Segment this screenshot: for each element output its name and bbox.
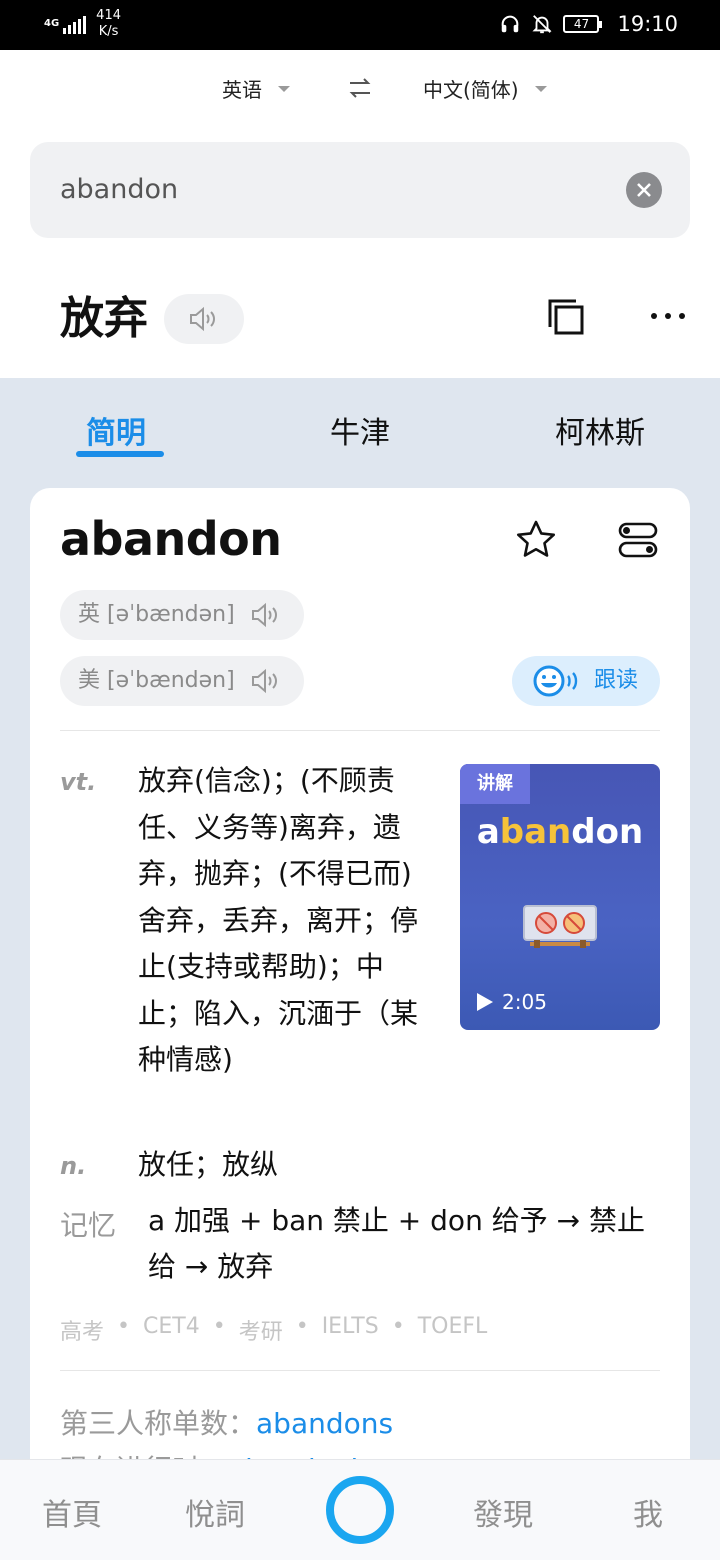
- memory-label: 记忆: [60, 1209, 117, 1242]
- tag-separator: •: [212, 1314, 226, 1339]
- part-of-speech-vt: vt.: [60, 768, 97, 796]
- bottom-navigation: 首頁 悅詞 發現 我: [0, 1460, 720, 1560]
- part-of-speech-n: n.: [60, 1152, 87, 1180]
- dictionary-card: abandon 英 [əˈbændən] 美 [əˈbændən] 跟读 vt.…: [30, 488, 690, 1488]
- headphones-icon: [502, 15, 519, 33]
- network-speed: 414 K/s: [96, 8, 121, 40]
- nav-me[interactable]: 我: [633, 1490, 663, 1534]
- translation-speak-button[interactable]: [164, 294, 244, 344]
- definition-vt: 放弃(信念)；(不顾责任、义务等)离弃，遗弃，抛弃；(不得已而)舍弃，丢弃，离开…: [138, 764, 419, 1076]
- pronunciation-uk-button[interactable]: 英 [əˈbændən]: [60, 590, 304, 640]
- clock: 19:10: [617, 12, 678, 36]
- smiley-speaker-icon: [533, 665, 578, 697]
- tab-oxford[interactable]: 牛津: [330, 408, 390, 452]
- target-language-select[interactable]: 中文(简体): [423, 74, 547, 103]
- tag: IELTS: [321, 1314, 379, 1339]
- chevron-down-icon: [534, 85, 547, 92]
- video-illustration-icon: [523, 905, 597, 948]
- video-title-don: don: [571, 812, 644, 852]
- video-title: abandon: [460, 812, 660, 852]
- more-options-icon[interactable]: [648, 304, 688, 328]
- speaker-icon: [252, 602, 277, 628]
- definition-n: 放任；放纵: [138, 1148, 279, 1181]
- swap-languages-icon[interactable]: [348, 76, 372, 100]
- pronunciation-us-text: 美 [əˈbændən]: [78, 668, 235, 693]
- speaker-icon: [252, 668, 277, 694]
- play-icon: [477, 993, 493, 1011]
- headword: abandon: [60, 512, 282, 566]
- settings-toggle-icon[interactable]: [616, 518, 660, 562]
- status-right: 47 19:10: [499, 12, 678, 36]
- tag: TOEFL: [417, 1314, 488, 1339]
- mute-bell-icon: [532, 15, 553, 34]
- word-form-third-person: 第三人称单数：abandons: [60, 1402, 393, 1442]
- source-language-select[interactable]: 英语: [222, 74, 290, 103]
- video-title-ban: ban: [499, 812, 572, 852]
- translation-result: 放弃: [60, 293, 148, 344]
- tag-separator: •: [117, 1314, 130, 1339]
- network-speed-unit: K/s: [98, 24, 119, 39]
- pronunciation-us-button[interactable]: 美 [əˈbændən]: [60, 656, 304, 706]
- memory-text: a 加强 + ban 禁止 + don 给予 → 禁止给 → 放弃: [148, 1204, 645, 1283]
- speaker-icon: [190, 306, 215, 332]
- tab-concise[interactable]: 简明: [86, 408, 146, 452]
- network-speed-value: 414: [96, 8, 121, 23]
- follow-read-label: 跟读: [594, 668, 639, 693]
- target-language-label: 中文(简体): [423, 78, 519, 102]
- star-icon[interactable]: [514, 518, 558, 562]
- follow-read-button[interactable]: 跟读: [512, 656, 660, 706]
- tag: CET4: [143, 1314, 200, 1339]
- exam-tags: 高考 • CET4 • 考研 • IELTS • TOEFL: [60, 1314, 487, 1346]
- copy-icon[interactable]: [546, 297, 586, 337]
- word-form-label: 第三人称单数：: [60, 1407, 257, 1440]
- search-input[interactable]: abandon: [60, 174, 178, 205]
- tag-separator: •: [391, 1314, 405, 1339]
- language-bar: 英语 中文(简体): [0, 74, 720, 104]
- tag: 高考: [60, 1320, 105, 1345]
- assistant-ring-button[interactable]: [326, 1476, 394, 1544]
- explanation-video[interactable]: 讲解 abandon 2:05: [460, 764, 660, 1030]
- video-duration-text: 2:05: [502, 990, 547, 1014]
- active-tab-indicator: [76, 451, 164, 457]
- tab-collins[interactable]: 柯林斯: [555, 408, 645, 452]
- network-type: 4G: [44, 18, 60, 29]
- divider: [60, 1370, 660, 1371]
- video-duration: 2:05: [476, 990, 547, 1014]
- close-icon: [637, 183, 651, 197]
- video-badge: 讲解: [460, 764, 530, 804]
- tag-separator: •: [295, 1314, 309, 1339]
- tag: 考研: [238, 1320, 283, 1345]
- search-box[interactable]: abandon: [30, 142, 690, 238]
- status-left: 4G 414 K/s: [44, 8, 121, 40]
- chevron-down-icon: [278, 85, 290, 92]
- pronunciation-uk-text: 英 [əˈbændən]: [78, 602, 235, 627]
- source-language-label: 英语: [222, 78, 262, 102]
- nav-discover[interactable]: 發現: [473, 1490, 533, 1534]
- battery-icon: 47: [563, 15, 603, 33]
- word-form-link[interactable]: abandons: [256, 1407, 393, 1440]
- clear-search-button[interactable]: [626, 172, 662, 208]
- nav-words[interactable]: 悅詞: [185, 1490, 245, 1534]
- divider: [60, 730, 660, 731]
- status-bar: 4G 414 K/s 47 19:10: [0, 0, 720, 50]
- video-title-a: a: [476, 812, 500, 852]
- signal-icon: [63, 14, 87, 34]
- nav-home[interactable]: 首頁: [42, 1490, 102, 1534]
